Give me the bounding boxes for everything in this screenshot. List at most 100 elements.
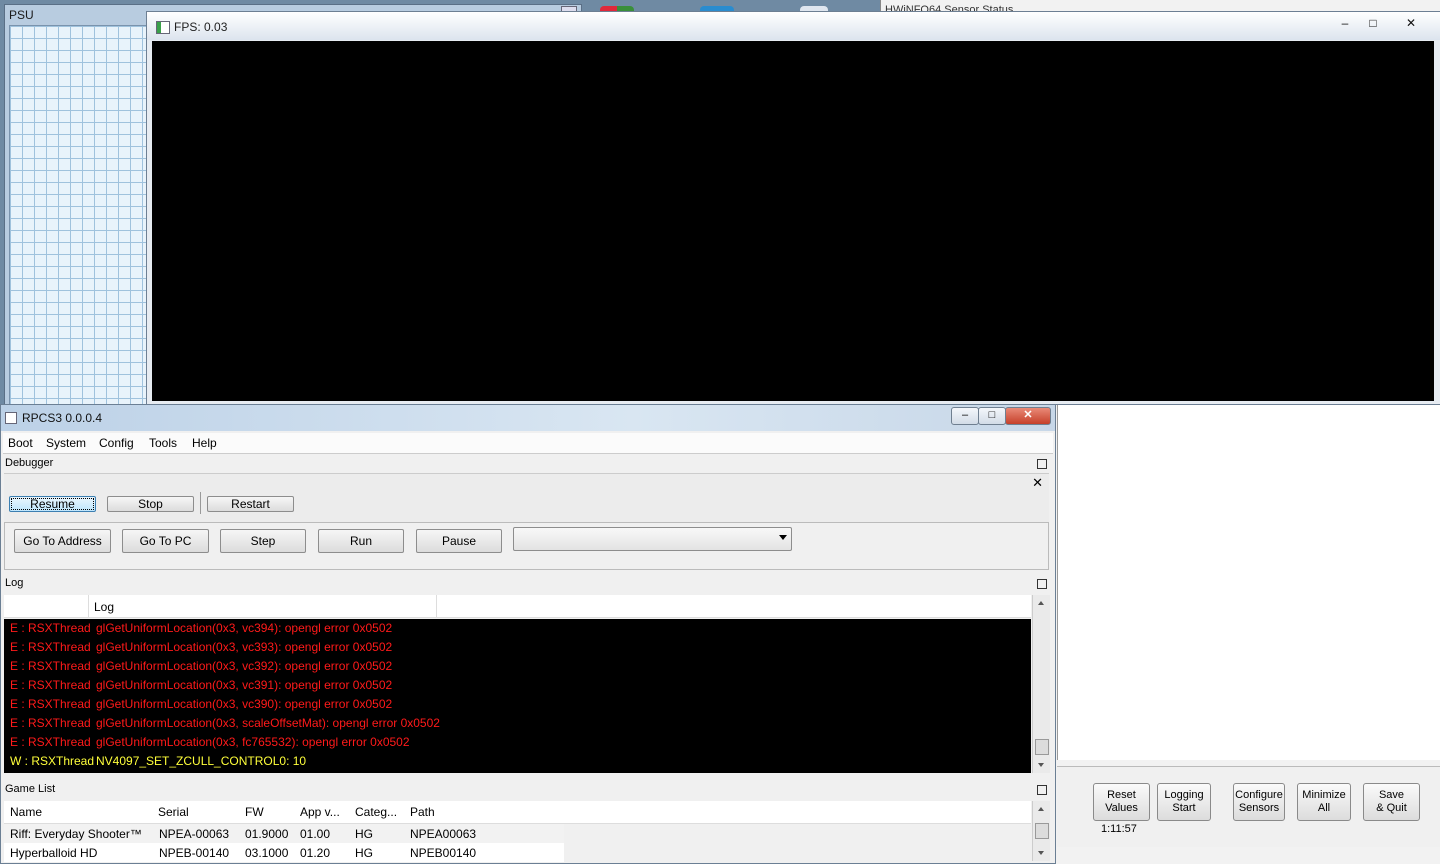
log-line[interactable]: E : RSXThread glGetUniformLocation(0x3, v… xyxy=(10,640,392,659)
game-serial: NPEA-00063 xyxy=(159,827,230,841)
game-list-scrollbar[interactable] xyxy=(1032,801,1050,861)
log-line[interactable]: E : RSXThread glGetUniformLocation(0x3, s… xyxy=(10,716,440,735)
column-name[interactable]: Name xyxy=(10,805,42,819)
scroll-down-icon[interactable] xyxy=(1038,851,1044,855)
rpcs3-main-window: RPCS3 0.0.0.4 – □ ✕ Boot System Config T… xyxy=(0,404,1056,864)
rpcs3-app-icon xyxy=(5,412,17,424)
scroll-down-icon[interactable] xyxy=(1038,763,1044,767)
game-app-version: 01.00 xyxy=(300,827,331,841)
scroll-thumb[interactable] xyxy=(1035,739,1049,755)
column-divider xyxy=(88,595,89,617)
log-message: glGetUniformLocation(0x3, vc390): opengl… xyxy=(96,697,393,711)
minimize-icon[interactable]: – xyxy=(951,407,979,425)
game-category: HG xyxy=(355,827,373,841)
hwinfo-sensor-panel xyxy=(1057,400,1440,760)
log-message: glGetUniformLocation(0x3, fc765532): ope… xyxy=(96,735,410,749)
column-path[interactable]: Path xyxy=(410,805,435,819)
menu-config[interactable]: Config xyxy=(99,436,134,450)
go-to-address-button[interactable]: Go To Address xyxy=(14,529,111,553)
column-serial[interactable]: Serial xyxy=(158,805,189,819)
game-fw: 01.9000 xyxy=(245,827,289,841)
resume-button[interactable]: Resume xyxy=(9,496,96,512)
log-source: E : RSXThread xyxy=(10,678,91,692)
fps-window-title: FPS: 0.03 xyxy=(174,20,228,34)
minimize-icon[interactable]: – xyxy=(1333,14,1357,32)
log-line[interactable]: E : RSXThread glGetUniformLocation(0x3, v… xyxy=(10,678,392,697)
log-line[interactable]: E : RSXThread glGetUniformLocation(0x3, v… xyxy=(10,697,392,716)
column-app-version[interactable]: App v... xyxy=(300,805,340,819)
log-message: glGetUniformLocation(0x3, vc391): opengl… xyxy=(96,678,393,692)
column-divider xyxy=(436,595,437,617)
log-source: E : RSXThread xyxy=(10,697,91,711)
fps-render-window: FPS: 0.03 – □ ✕ xyxy=(146,11,1440,405)
log-column-header[interactable]: Log xyxy=(94,600,114,614)
scroll-up-icon[interactable] xyxy=(1038,601,1044,605)
log-table-header: Log xyxy=(4,595,1031,618)
menu-boot[interactable]: Boot xyxy=(8,436,33,450)
psu-grid-panel xyxy=(9,25,149,417)
log-line[interactable]: E : RSXThread glGetUniformLocation(0x3, v… xyxy=(10,621,392,640)
dock-float-icon[interactable] xyxy=(1037,785,1047,795)
log-line[interactable]: E : RSXThread glGetUniformLocation(0x3, v… xyxy=(10,659,392,678)
render-canvas[interactable] xyxy=(152,41,1434,401)
go-to-pc-button[interactable]: Go To PC xyxy=(122,529,209,553)
debugger-toolbar: ✕ Resume Stop Restart xyxy=(4,473,1049,522)
menu-help[interactable]: Help xyxy=(192,436,217,450)
close-icon[interactable]: ✕ xyxy=(1399,14,1423,32)
log-source: W : RSXThread xyxy=(10,754,95,768)
logging-start-button[interactable]: Logging Start xyxy=(1157,783,1211,821)
configure-sensors-button[interactable]: Configure Sensors xyxy=(1233,783,1285,821)
pause-button[interactable]: Pause xyxy=(416,529,502,553)
table-row[interactable]: Riff: Everyday Shooter™ NPEA-00063 01.90… xyxy=(4,824,564,843)
log-line[interactable]: W : RSXThread NV4097_SET_ZCULL_CONTROL0: … xyxy=(10,754,306,773)
step-button[interactable]: Step xyxy=(220,529,306,553)
reset-values-button[interactable]: Reset Values xyxy=(1093,783,1150,821)
rpcs3-window-title: RPCS3 0.0.0.4 xyxy=(22,411,103,425)
debugger-dock-label: Debugger xyxy=(5,457,54,469)
minimize-all-button[interactable]: Minimize All xyxy=(1297,783,1351,821)
thread-select-dropdown[interactable] xyxy=(513,527,792,551)
log-source: E : RSXThread xyxy=(10,621,91,635)
maximize-icon[interactable]: □ xyxy=(1361,14,1385,32)
run-button[interactable]: Run xyxy=(318,529,404,553)
restart-button[interactable]: Restart xyxy=(207,496,294,512)
menu-tools[interactable]: Tools xyxy=(149,436,177,450)
game-list-header: Name Serial FW App v... Categ... Path xyxy=(4,801,1031,824)
log-message: glGetUniformLocation(0x3, vc394): opengl… xyxy=(96,621,393,635)
log-message: NV4097_SET_ZCULL_CONTROL0: 10 xyxy=(96,754,307,768)
dock-float-icon[interactable] xyxy=(1037,579,1047,589)
menu-system[interactable]: System xyxy=(46,436,86,450)
log-line[interactable]: E : RSXThread glGetUniformLocation(0x3, f… xyxy=(10,735,410,754)
log-output: E : RSXThread glGetUniformLocation(0x3, v… xyxy=(4,619,1031,773)
stop-button[interactable]: Stop xyxy=(107,496,194,512)
close-icon[interactable]: ✕ xyxy=(1005,407,1051,425)
psu-window-title: PSU xyxy=(9,8,34,22)
chevron-down-icon xyxy=(779,535,787,540)
scroll-thumb[interactable] xyxy=(1035,823,1049,839)
menu-bar: Boot System Config Tools Help xyxy=(3,433,1053,454)
game-serial: NPEB-00140 xyxy=(159,846,230,860)
log-message: glGetUniformLocation(0x3, vc393): opengl… xyxy=(96,640,393,654)
rpcs3-titlebar[interactable]: RPCS3 0.0.0.4 – □ ✕ xyxy=(1,405,1055,431)
column-fw[interactable]: FW xyxy=(245,805,264,819)
log-scrollbar[interactable] xyxy=(1032,595,1050,773)
render-window-icon xyxy=(156,21,170,34)
toolbar-separator xyxy=(200,492,201,514)
log-dock-titlebar[interactable]: Log xyxy=(3,575,1051,593)
table-row[interactable]: Hyperballoid HD NPEB-00140 03.1000 01.20… xyxy=(4,843,564,862)
fps-window-titlebar[interactable]: FPS: 0.03 – □ ✕ xyxy=(147,12,1440,40)
log-source: E : RSXThread xyxy=(10,659,91,673)
debugger-dock-titlebar[interactable]: Debugger xyxy=(3,455,1051,473)
game-path: NPEB00140 xyxy=(410,846,477,860)
debugger-close-icon[interactable]: ✕ xyxy=(1032,475,1043,491)
game-name: Riff: Everyday Shooter™ xyxy=(10,827,142,841)
log-source: E : RSXThread xyxy=(10,640,91,654)
maximize-icon[interactable]: □ xyxy=(978,407,1006,425)
scroll-up-icon[interactable] xyxy=(1038,807,1044,811)
dock-float-icon[interactable] xyxy=(1037,459,1047,469)
hwinfo-toolbar: Reset Values Logging Start Configure Sen… xyxy=(1057,766,1440,847)
save-quit-button[interactable]: Save & Quit xyxy=(1363,783,1420,821)
log-dock-label: Log xyxy=(5,577,24,589)
column-category[interactable]: Categ... xyxy=(355,805,397,819)
game-list-dock-titlebar[interactable]: Game List xyxy=(3,781,1051,799)
